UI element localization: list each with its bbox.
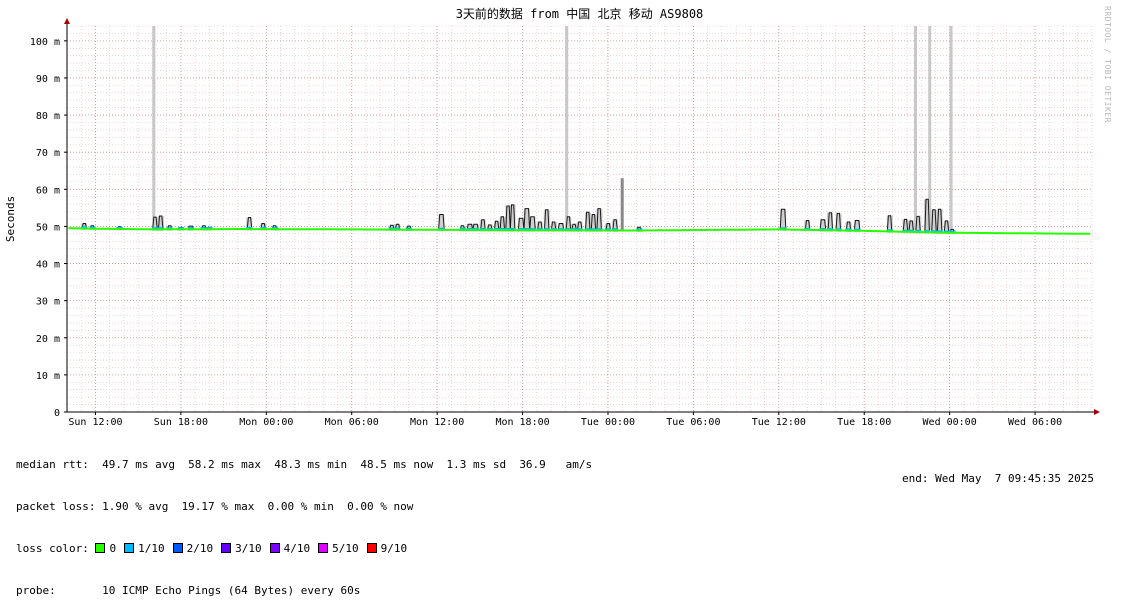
loss-color-item: 9/10	[366, 542, 408, 555]
loss-spike	[949, 26, 953, 231]
legend-block: median rtt: 49.7 ms avg 58.2 ms max 48.3…	[16, 430, 592, 612]
x-tick-label: Mon 06:00	[325, 417, 379, 425]
loss-color-swatch	[95, 543, 106, 553]
x-tick-label: Tue 06:00	[666, 417, 720, 425]
loss-color-item: 3/10	[221, 542, 262, 555]
loss-color-items: 0 1/10 2/10 3/10 4/10 5/10 9/10	[95, 542, 415, 555]
latency-chart: 0 10 m 20 m 30 m 40 m 50 m 60 m 70 m 80 m 90 m 100…	[4, 6, 1100, 425]
loss-spike	[913, 26, 917, 231]
end-timestamp: end: Wed May 7 09:45:35 2025	[902, 472, 1095, 485]
y-tick-label: 50 m	[36, 222, 60, 233]
x-tick-label: Tue 18:00	[837, 417, 891, 425]
loss-color-row: loss color: 0 1/10 2/10 3/10 4/10 5/10 9/10	[16, 542, 592, 556]
x-tick-label: Sun 18:00	[154, 417, 208, 425]
loss-color-value: 9/10	[380, 542, 408, 555]
rrdtool-watermark: RRDTOOL / TOBI OETIKER	[1103, 6, 1112, 123]
loss-color-value: 5/10	[332, 542, 359, 555]
x-tick-label: Mon 12:00	[410, 417, 464, 425]
loss-color-item: 2/10	[172, 542, 214, 555]
y-tick-label: 70 m	[36, 148, 60, 159]
loss-color-item: 4/10	[269, 542, 311, 555]
median-rtt-line: median rtt: 49.7 ms avg 58.2 ms max 48.3…	[16, 458, 593, 471]
loss-spike	[565, 26, 569, 231]
y-tick-label: 20 m	[36, 334, 60, 345]
x-tick-label: Wed 06:00	[1008, 417, 1062, 425]
loss-color-value: 0	[109, 542, 117, 555]
y-tick-label: 100 m	[30, 37, 60, 48]
x-axis-arrow	[1094, 409, 1100, 415]
packet-loss-line: packet loss: 1.90 % avg 19.17 % max 0.00…	[16, 500, 414, 513]
loss-color-item: 5/10	[318, 542, 359, 555]
loss-color-swatch	[318, 543, 329, 553]
loss-color-value: 1/10	[138, 542, 165, 555]
loss-spike	[152, 26, 156, 231]
y-tick-label: 10 m	[36, 371, 60, 382]
loss-color-swatch	[366, 543, 377, 553]
x-tick-label: Tue 00:00	[581, 417, 635, 425]
y-tick-label: 90 m	[36, 74, 60, 85]
x-tick-label: Mon 18:00	[495, 417, 549, 425]
loss-color-value: 3/10	[235, 542, 262, 555]
x-tick-label: Mon 00:00	[239, 417, 293, 425]
chart-title: 3天前的数据 from 中国 北京 移动 AS9808	[456, 6, 704, 21]
y-tick-label: 60 m	[36, 185, 60, 196]
loss-color-swatch	[124, 543, 135, 553]
loss-color-label: loss color:	[16, 542, 89, 555]
x-tick-label: Wed 00:00	[923, 417, 977, 425]
loss-spike	[620, 178, 624, 231]
loss-color-item: 1/10	[124, 542, 165, 555]
loss-color-value: 4/10	[283, 542, 311, 555]
y-tick-label: 30 m	[36, 297, 60, 308]
loss-color-swatch	[172, 543, 183, 553]
loss-color-value: 2/10	[186, 542, 214, 555]
x-tick-label: Tue 12:00	[752, 417, 806, 425]
y-tick-label: 0	[54, 408, 60, 419]
loss-color-swatch	[269, 543, 280, 553]
y-axis-arrow	[64, 18, 70, 24]
y-tick-label: 80 m	[36, 111, 60, 122]
y-tick-label: 40 m	[36, 260, 60, 271]
probe-line: probe: 10 ICMP Echo Pings (64 Bytes) eve…	[16, 584, 361, 597]
loss-color-item: 0	[95, 542, 116, 555]
loss-color-swatch	[221, 543, 232, 553]
y-axis-label: Seconds	[4, 196, 17, 242]
x-tick-label: Sun 12:00	[68, 417, 122, 425]
